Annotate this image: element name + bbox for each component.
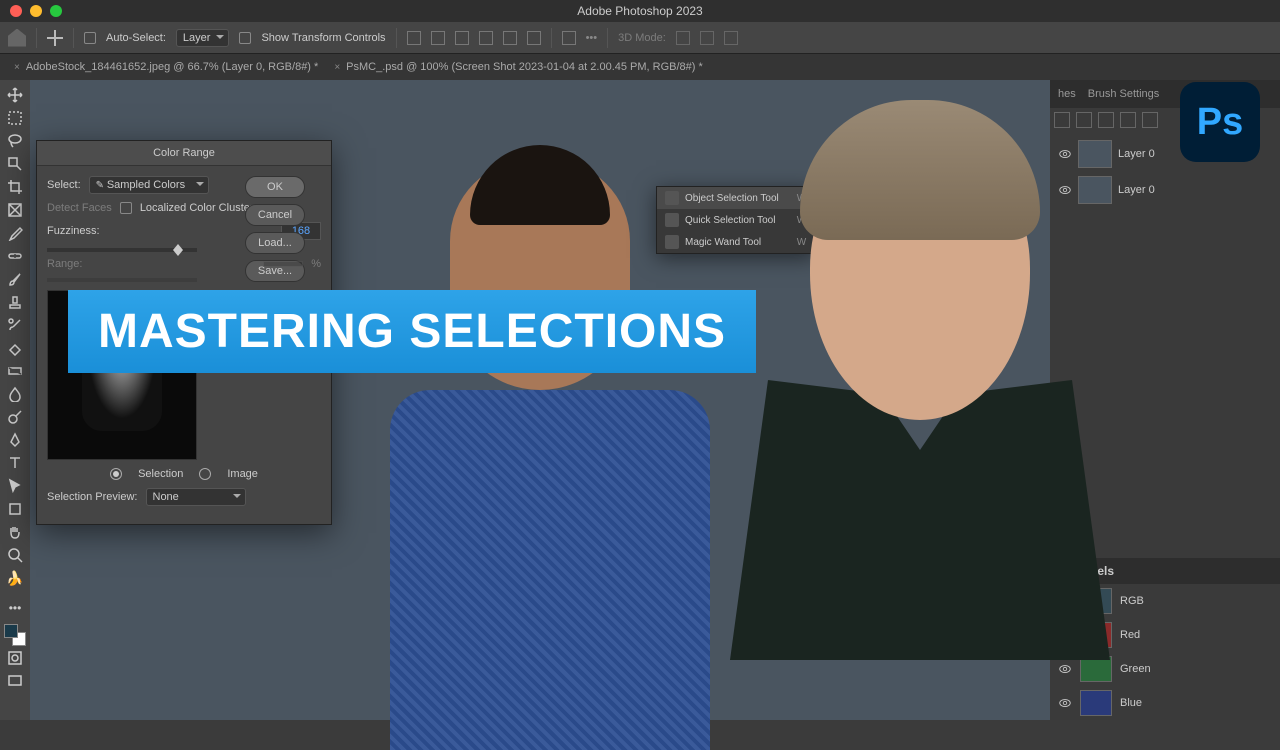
dodge-tool[interactable] — [3, 406, 27, 428]
localized-label: Localized Color Clusters — [140, 202, 259, 214]
banana-icon[interactable]: 🍌 — [3, 567, 27, 589]
logo-text: Ps — [1197, 101, 1243, 144]
select-label: Select: — [47, 179, 81, 191]
document-tabs: × AdobeStock_184461652.jpeg @ 66.7% (Lay… — [0, 54, 1280, 80]
layer-name: Layer 0 — [1118, 148, 1155, 160]
distribute-icon[interactable] — [562, 31, 576, 45]
history-brush-tool[interactable] — [3, 314, 27, 336]
tools-panel: 🍌 ••• — [0, 80, 30, 720]
load-button[interactable]: Load... — [245, 232, 305, 254]
mode-3d-pan-icon — [700, 31, 714, 45]
tool-icon — [665, 213, 679, 227]
align-top-icon[interactable] — [479, 31, 493, 45]
channel-name: Red — [1120, 629, 1140, 641]
eyedropper-tool[interactable] — [3, 222, 27, 244]
fuzziness-slider[interactable] — [47, 248, 197, 252]
channel-name: RGB — [1120, 595, 1144, 607]
localized-checkbox[interactable] — [120, 202, 132, 214]
selection-preview-dropdown[interactable]: None — [146, 488, 246, 506]
channel-row[interactable]: Blue — [1050, 686, 1280, 720]
move-tool-icon[interactable] — [47, 30, 63, 46]
range-slider — [47, 278, 197, 282]
range-value — [263, 261, 303, 267]
tab-label: PsMC_.psd @ 100% (Screen Shot 2023-01-04… — [346, 61, 703, 73]
close-tab-icon[interactable]: × — [14, 62, 20, 73]
show-transform-label: Show Transform Controls — [261, 32, 385, 44]
channel-thumbnail — [1080, 690, 1112, 716]
edit-toolbar[interactable]: ••• — [3, 597, 27, 619]
document-tab[interactable]: × PsMC_.psd @ 100% (Screen Shot 2023-01-… — [326, 57, 710, 77]
mode-3d-orbit-icon — [676, 31, 690, 45]
align-center-h-icon[interactable] — [431, 31, 445, 45]
crop-tool[interactable] — [3, 176, 27, 198]
auto-select-label: Auto-Select: — [106, 32, 166, 44]
brush-tool[interactable] — [3, 268, 27, 290]
range-label: Range: — [47, 258, 82, 270]
stamp-tool[interactable] — [3, 291, 27, 313]
titlebar: Adobe Photoshop 2023 — [0, 0, 1280, 22]
channel-name: Blue — [1120, 697, 1142, 709]
photoshop-logo: Ps — [1180, 82, 1260, 162]
healing-tool[interactable] — [3, 245, 27, 267]
fx-icon[interactable] — [1142, 112, 1158, 128]
frame-tool[interactable] — [3, 199, 27, 221]
range-unit: % — [311, 258, 321, 270]
screen-mode-icon[interactable] — [3, 670, 27, 692]
document-tab[interactable]: × AdobeStock_184461652.jpeg @ 66.7% (Lay… — [6, 57, 326, 77]
mode-3d-label: 3D Mode: — [618, 32, 666, 44]
image-radio[interactable] — [199, 468, 211, 480]
selection-radio-label: Selection — [138, 468, 183, 480]
window-controls — [0, 5, 62, 17]
zoom-window[interactable] — [50, 5, 62, 17]
selection-radio[interactable] — [110, 468, 122, 480]
move-tool[interactable] — [3, 84, 27, 106]
type-tool[interactable] — [3, 452, 27, 474]
image-radio-label: Image — [227, 468, 258, 480]
close-window[interactable] — [10, 5, 22, 17]
select-dropdown[interactable]: ✎ Sampled Colors — [89, 176, 209, 194]
presenter-image — [720, 80, 1120, 680]
tool-icon — [665, 235, 679, 249]
minimize-window[interactable] — [30, 5, 42, 17]
lasso-tool[interactable] — [3, 130, 27, 152]
ok-button[interactable]: OK — [245, 176, 305, 198]
home-icon[interactable] — [8, 29, 26, 47]
layer-name: Layer 0 — [1118, 184, 1155, 196]
gradient-tool[interactable] — [3, 360, 27, 382]
show-transform-checkbox[interactable] — [239, 32, 251, 44]
selection-tool[interactable] — [3, 153, 27, 175]
dialog-title: Color Range — [37, 141, 331, 166]
tab-label: AdobeStock_184461652.jpeg @ 66.7% (Layer… — [26, 61, 318, 73]
title-banner: MASTERING SELECTIONS — [68, 290, 756, 373]
hand-tool[interactable] — [3, 521, 27, 543]
quick-mask-icon[interactable] — [3, 647, 27, 669]
auto-select-dropdown[interactable]: Layer — [176, 29, 230, 47]
align-center-v-icon[interactable] — [503, 31, 517, 45]
pen-tool[interactable] — [3, 429, 27, 451]
zoom-tool[interactable] — [3, 544, 27, 566]
options-bar: Auto-Select: Layer Show Transform Contro… — [0, 22, 1280, 54]
selection-preview-label: Selection Preview: — [47, 491, 138, 503]
eraser-tool[interactable] — [3, 337, 27, 359]
app-title: Adobe Photoshop 2023 — [577, 4, 702, 18]
path-select-tool[interactable] — [3, 475, 27, 497]
color-swatch[interactable] — [4, 624, 26, 646]
detect-faces-label: Detect Faces — [47, 202, 112, 214]
shape-tool[interactable] — [3, 498, 27, 520]
align-right-icon[interactable] — [455, 31, 469, 45]
tool-icon — [665, 191, 679, 205]
auto-select-checkbox[interactable] — [84, 32, 96, 44]
mode-3d-dolly-icon — [724, 31, 738, 45]
blur-tool[interactable] — [3, 383, 27, 405]
fuzziness-label: Fuzziness: — [47, 225, 100, 237]
eye-icon[interactable] — [1058, 696, 1072, 710]
cancel-button[interactable]: Cancel — [245, 204, 305, 226]
link-icon[interactable] — [1120, 112, 1136, 128]
align-bottom-icon[interactable] — [527, 31, 541, 45]
align-left-icon[interactable] — [407, 31, 421, 45]
channel-name: Green — [1120, 663, 1151, 675]
close-tab-icon[interactable]: × — [334, 62, 340, 73]
marquee-tool[interactable] — [3, 107, 27, 129]
